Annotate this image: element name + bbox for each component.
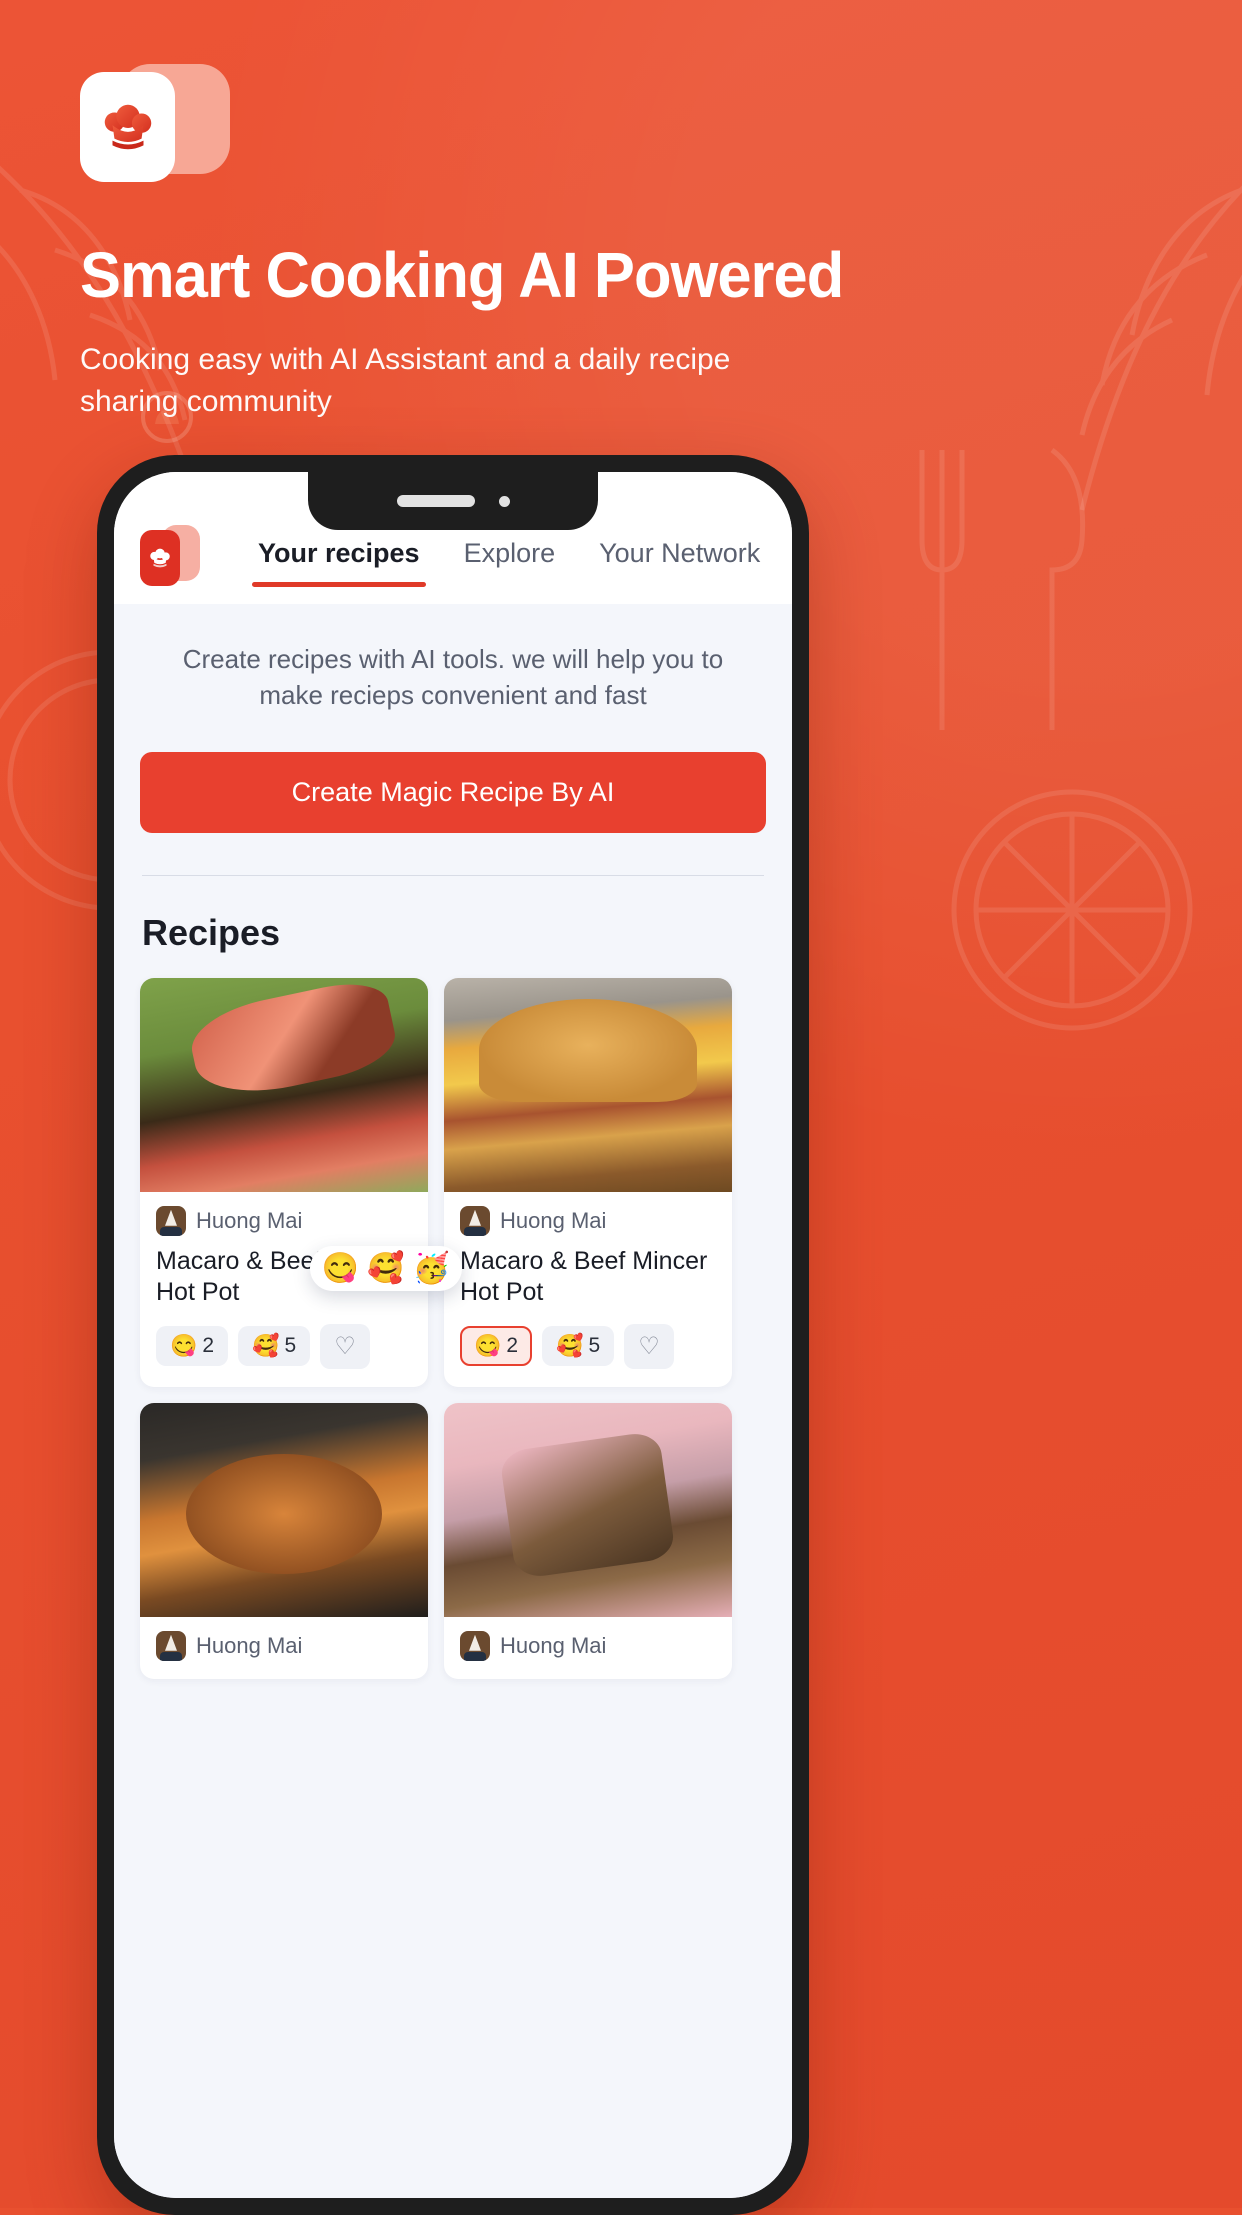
avatar	[460, 1630, 490, 1661]
author-name: Huong Mai	[500, 1632, 607, 1658]
reaction-option-party[interactable]: 🥳	[413, 1252, 450, 1285]
recipe-image	[444, 977, 732, 1192]
reaction-option-love[interactable]: 🥰	[367, 1252, 404, 1285]
heart-outline-icon[interactable]: ♡	[624, 1323, 674, 1369]
reaction-pill-yum[interactable]: 😋 2	[460, 1326, 533, 1367]
author-name: Huong Mai	[500, 1207, 607, 1233]
reaction-count: 5	[588, 1334, 601, 1358]
avatar	[156, 1630, 186, 1661]
page-subtitle: Cooking easy with AI Assistant and a dai…	[80, 343, 731, 418]
nav-tabs: Your recipes Explore Your Network	[252, 538, 760, 587]
recipe-author[interactable]: Huong Mai	[156, 1205, 412, 1236]
recipe-card-body: Huong Mai Macaro & Beef Mincer Hot Pot 😋…	[140, 1192, 462, 1387]
phone-notch	[308, 472, 598, 530]
reaction-count: 5	[284, 1334, 297, 1358]
hero-section: Smart Cooking AI Powered Cooking easy wi…	[0, 0, 1242, 422]
reaction-pill-love[interactable]: 🥰 5	[238, 1326, 311, 1367]
front-camera-dot-icon	[498, 495, 510, 507]
recipe-card[interactable]: Huong Mai Macaro & Beef Mincer Hot Pot 😋…	[140, 977, 462, 1387]
logo-front-card	[80, 72, 175, 182]
recipe-card[interactable]: Huong Mai	[140, 1402, 428, 1679]
avatar	[460, 1205, 490, 1236]
reaction-bar: 😋 2 🥰 5 ♡	[460, 1323, 716, 1369]
brand-logo	[80, 62, 240, 182]
page-title: Smart Cooking AI Powered	[80, 239, 844, 311]
recipe-image	[444, 1402, 732, 1617]
recipe-image	[140, 977, 428, 1192]
reaction-count: 2	[506, 1334, 519, 1358]
recipe-card[interactable]: Huong Mai Macaro & Beef Mincer Hot Pot 😋…	[444, 977, 732, 1387]
reaction-bar: 😋 2 🥰 5 ♡	[156, 1323, 412, 1369]
decorative-utensils	[882, 430, 1122, 750]
recipe-image	[140, 1402, 428, 1617]
chef-hat-icon	[104, 104, 151, 150]
app-content: Create recipes with AI tools. we will he…	[114, 604, 792, 2198]
speaker-bar-icon	[396, 495, 475, 507]
love-emoji-icon: 🥰	[556, 1333, 584, 1359]
tab-your-recipes[interactable]: Your recipes	[252, 538, 426, 587]
author-name: Huong Mai	[196, 1632, 303, 1658]
recipe-card-body: Huong Mai	[140, 1617, 428, 1679]
recipe-card[interactable]: Huong Mai	[444, 1402, 732, 1679]
phone-screen: Your recipes Explore Your Network Create…	[114, 472, 792, 2198]
tab-your-network[interactable]: Your Network	[599, 538, 760, 587]
recipes-grid: Huong Mai Macaro & Beef Mincer Hot Pot 😋…	[140, 977, 766, 1679]
phone-mockup: Your recipes Explore Your Network Create…	[97, 455, 809, 2215]
reaction-count: 2	[202, 1334, 215, 1358]
reaction-pill-love[interactable]: 🥰 5	[542, 1326, 615, 1367]
reaction-pill-yum[interactable]: 😋 2	[156, 1326, 229, 1367]
create-magic-recipe-button[interactable]: Create Magic Recipe By AI	[140, 751, 766, 833]
chef-hat-icon	[150, 548, 170, 568]
app-logo-front-card	[140, 530, 180, 586]
tab-explore[interactable]: Explore	[464, 538, 556, 587]
recipe-author[interactable]: Huong Mai	[460, 1205, 716, 1236]
decorative-citrus-slice	[922, 760, 1222, 1060]
author-name: Huong Mai	[196, 1207, 303, 1233]
recipe-author[interactable]: Huong Mai	[460, 1630, 716, 1661]
heart-outline-icon[interactable]: ♡	[320, 1323, 370, 1369]
app-logo[interactable]	[140, 524, 202, 586]
recipe-card-body: Huong Mai	[444, 1617, 732, 1679]
love-emoji-icon: 🥰	[252, 1333, 280, 1359]
avatar	[156, 1205, 186, 1236]
reaction-picker-popup[interactable]: 😋 🥰 🥳	[309, 1245, 462, 1291]
section-divider	[142, 874, 764, 876]
recipe-title: Macaro & Beef Mincer Hot Pot	[460, 1246, 708, 1307]
recipe-card-body: Huong Mai Macaro & Beef Mincer Hot Pot 😋…	[444, 1192, 732, 1387]
ai-panel-description: Create recipes with AI tools. we will he…	[182, 644, 724, 710]
reaction-option-yum[interactable]: 😋	[322, 1252, 359, 1285]
recipes-section-title: Recipes	[142, 911, 281, 953]
yum-emoji-icon: 😋	[474, 1333, 502, 1359]
yum-emoji-icon: 😋	[170, 1333, 198, 1359]
recipe-author[interactable]: Huong Mai	[156, 1630, 412, 1661]
